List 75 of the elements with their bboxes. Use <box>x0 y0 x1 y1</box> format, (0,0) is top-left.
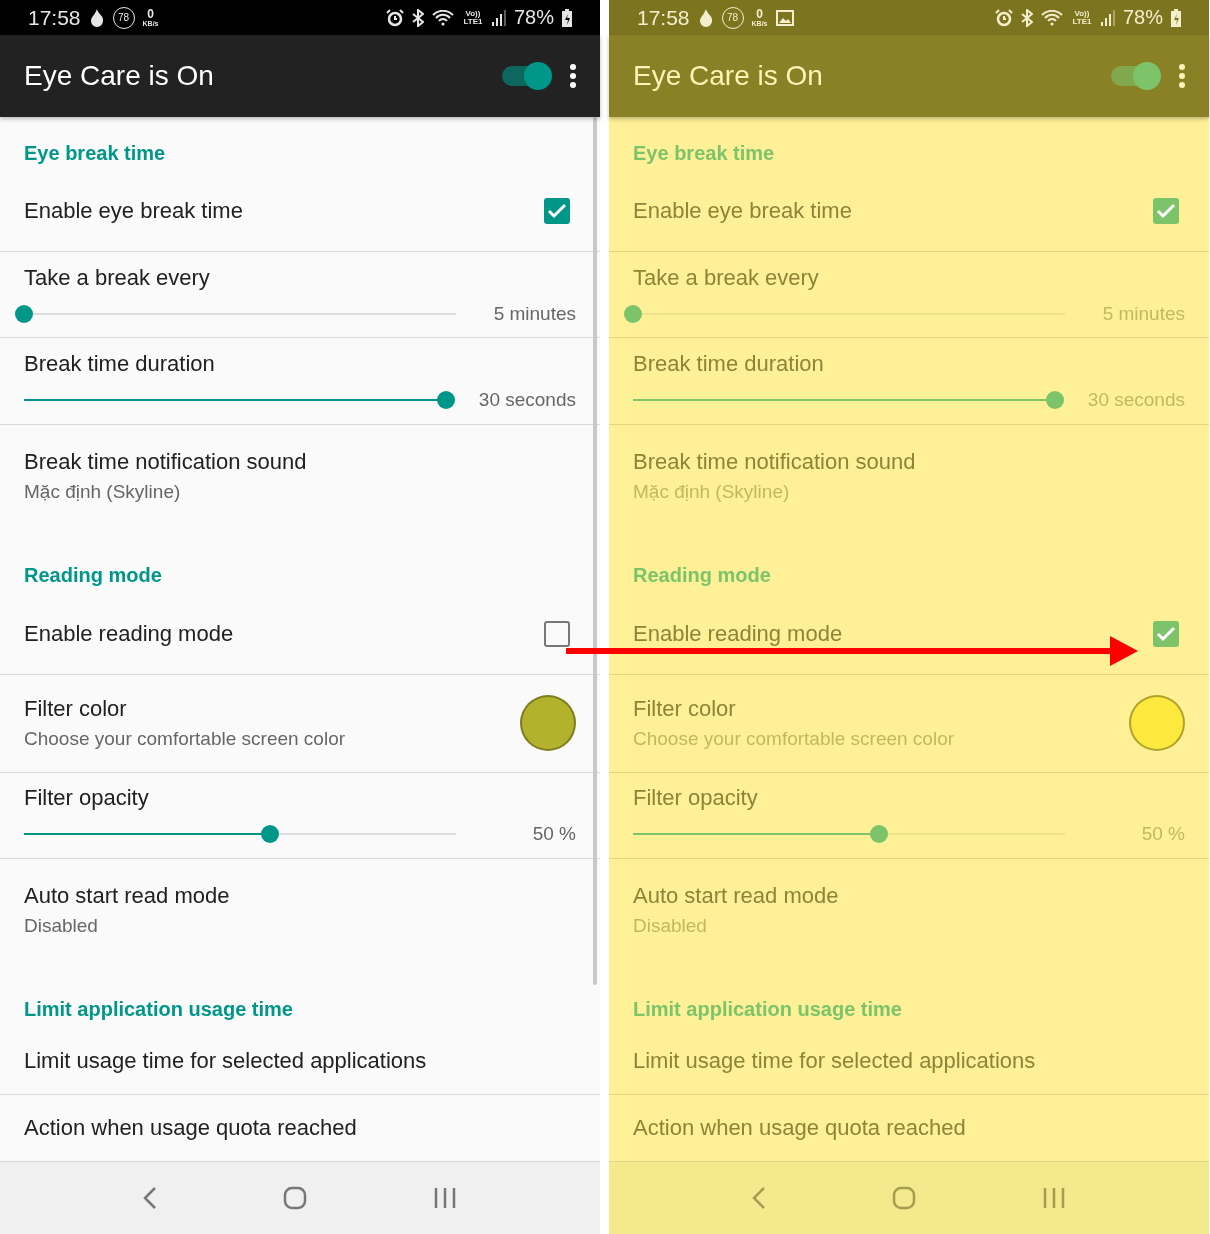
app-title: Eye Care is On <box>24 60 215 92</box>
signal-icon <box>491 9 506 26</box>
more-icon[interactable] <box>570 64 576 88</box>
section-header: Reading mode <box>23 563 163 589</box>
app-title: Eye Care is On <box>633 60 824 92</box>
setting-title: Enable reading mode <box>24 620 235 647</box>
setting-title: Break time duration <box>24 351 216 377</box>
slider-value: 5 minutes <box>492 302 576 325</box>
alarm-icon <box>385 8 404 27</box>
slider-thumb[interactable] <box>436 391 455 409</box>
battery-icon <box>562 8 572 27</box>
section-header: Eye break time <box>632 140 776 166</box>
status-time: 17:58 <box>637 5 690 30</box>
wifi-icon <box>431 9 454 26</box>
setting-title: Take a break every <box>633 264 820 291</box>
setting-title[interactable]: Break time notification sound <box>24 448 576 475</box>
section-header: Eye break time <box>23 140 167 166</box>
slider-value: 30 seconds <box>478 389 576 411</box>
setting-summary: Disabled <box>24 914 99 937</box>
alarm-icon <box>994 8 1013 27</box>
battery-icon <box>1171 8 1181 27</box>
bluetooth-icon <box>411 8 424 27</box>
recents-icon[interactable] <box>1042 1187 1066 1209</box>
slider-thumb[interactable] <box>1045 391 1064 409</box>
slider-value: 50 % <box>1140 823 1185 846</box>
slider-thumb[interactable] <box>870 825 889 844</box>
wifi-icon <box>1040 9 1063 26</box>
slider-value: 30 seconds <box>1087 389 1185 411</box>
checkbox[interactable] <box>544 620 570 647</box>
slider-thumb[interactable] <box>624 304 642 323</box>
bluetooth-icon <box>1020 8 1033 27</box>
check-icon <box>1156 203 1176 220</box>
color-swatch[interactable] <box>520 695 576 752</box>
checkbox[interactable] <box>1153 198 1179 225</box>
setting-title[interactable]: Auto start read mode <box>24 882 576 909</box>
speed-value: 0 <box>756 8 763 20</box>
network-label: Vo)) LTE1 <box>1071 9 1093 26</box>
setting-title[interactable]: Action when usage quota reached <box>24 1115 576 1142</box>
speed-value: 0 <box>147 8 154 20</box>
slider-value: 5 minutes <box>1101 302 1185 325</box>
back-icon[interactable] <box>143 1186 157 1210</box>
setting-title: Filter opacity <box>633 785 759 812</box>
check-icon <box>1156 625 1176 642</box>
setting-summary: Disabled <box>633 914 708 937</box>
setting-summary: Choose your comfortable screen color <box>24 728 347 751</box>
setting-title: Break time duration <box>633 351 825 377</box>
home-icon[interactable] <box>892 1186 916 1210</box>
slider-value: 50 % <box>531 823 576 846</box>
setting-title[interactable]: Limit usage time for selected applications <box>24 1048 576 1075</box>
network-label: Vo)) LTE1 <box>462 9 484 26</box>
check-icon <box>547 203 567 220</box>
setting-title: Enable eye break time <box>633 198 853 225</box>
setting-summary: Choose your comfortable screen color <box>633 728 956 751</box>
setting-title: Enable eye break time <box>24 198 244 225</box>
setting-title: Enable reading mode <box>633 620 844 647</box>
battery-level: 78% <box>513 6 554 29</box>
signal-icon <box>1100 9 1115 26</box>
back-icon[interactable] <box>752 1186 766 1210</box>
slider-thumb[interactable] <box>15 304 33 323</box>
checkbox[interactable] <box>544 198 570 225</box>
section-header: Limit application usage time <box>23 997 294 1023</box>
recents-icon[interactable] <box>433 1187 457 1209</box>
setting-summary: Mặc định (Skyline) <box>24 480 182 503</box>
checkbox[interactable] <box>1153 620 1179 647</box>
setting-title: Filter opacity <box>24 785 150 812</box>
battery-level: 78% <box>1122 6 1163 29</box>
setting-summary: Mặc định (Skyline) <box>633 480 791 503</box>
status-time: 17:58 <box>28 5 81 30</box>
section-header: Limit application usage time <box>632 997 903 1023</box>
image-icon <box>775 9 794 26</box>
setting-title[interactable]: Filter color <box>24 696 520 723</box>
section-header: Reading mode <box>632 563 772 589</box>
setting-title: Take a break every <box>24 264 211 291</box>
home-icon[interactable] <box>283 1186 307 1210</box>
slider-thumb[interactable] <box>261 825 280 844</box>
